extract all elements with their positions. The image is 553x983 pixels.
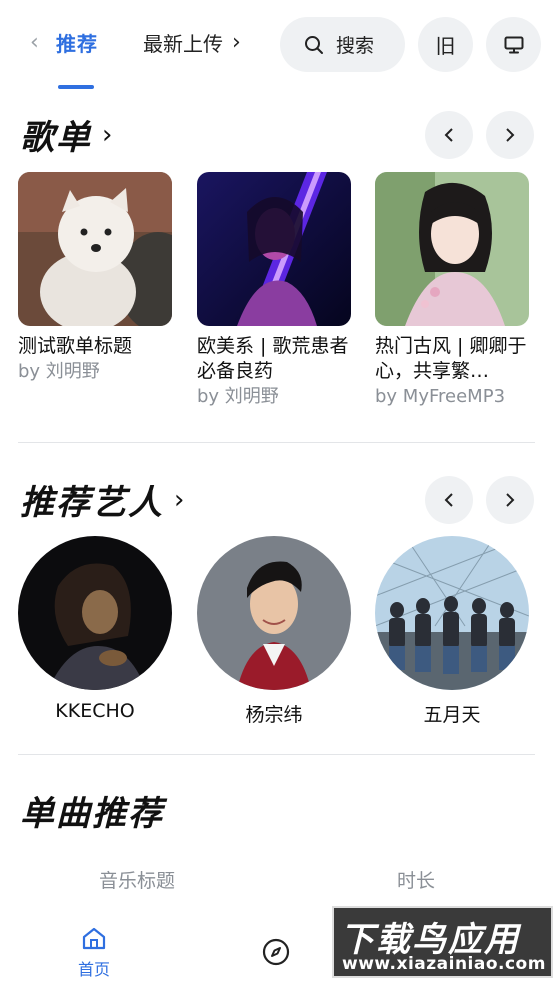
singles-section-title: 单曲推荐 xyxy=(20,786,164,835)
playlists-prev-button[interactable] xyxy=(425,111,473,159)
search-icon xyxy=(305,35,323,54)
column-header-title: 音乐标题 xyxy=(99,870,176,892)
monitor-icon xyxy=(504,36,523,53)
artist-name: 杨宗纬 xyxy=(245,704,303,726)
tab-latest-upload[interactable]: 最新上传 xyxy=(143,28,223,57)
section-divider xyxy=(18,754,535,755)
artist-card[interactable]: 杨宗纬 xyxy=(197,536,351,727)
chevron-right-icon: › xyxy=(174,484,187,515)
watermark-logo: 下载鸟应用 www.xiazainiao.com xyxy=(332,906,553,978)
playlist-cover-image xyxy=(197,172,351,326)
singles-title-text: 单曲推荐 xyxy=(20,794,164,834)
chevron-right-icon xyxy=(506,128,515,142)
home-icon xyxy=(82,927,106,950)
column-header-duration: 时长 xyxy=(397,870,436,892)
playlists-title-text: 歌单 xyxy=(20,118,92,158)
playlist-title: 测试歌单标题 xyxy=(18,335,133,357)
nav-explore[interactable] xyxy=(262,938,290,970)
watermark-url: www.xiazainiao.com xyxy=(342,954,546,974)
artists-title-text: 推荐艺人 xyxy=(20,483,164,523)
chevron-left-icon xyxy=(444,128,453,142)
tab-recommend[interactable]: 推荐 xyxy=(56,28,100,57)
chevron-right-icon xyxy=(506,493,515,507)
playlist-card[interactable]: 测试歌单标题 by 刘明野 xyxy=(18,172,172,384)
desktop-mode-button[interactable] xyxy=(486,17,541,72)
tabs-scroll-right-icon[interactable]: › xyxy=(232,30,241,56)
playlist-title: 欧美系 | 歌荒患者必备良药 xyxy=(197,335,349,382)
old-version-button[interactable]: 旧 xyxy=(418,17,473,72)
playlist-title: 热门古风 | 卿卿于心，共享繁… xyxy=(375,335,527,382)
artists-prev-button[interactable] xyxy=(425,476,473,524)
playlist-author: by MyFreeMP3 xyxy=(375,386,506,407)
artist-card[interactable]: 五月天 xyxy=(375,536,529,727)
search-label: 搜索 xyxy=(336,35,375,57)
playlist-card[interactable]: 欧美系 | 歌荒患者必备良药 by 刘明野 xyxy=(197,172,351,409)
compass-icon xyxy=(262,938,290,966)
artist-name: 五月天 xyxy=(423,704,481,726)
search-button[interactable]: 搜索 xyxy=(280,17,405,72)
chevron-left-icon xyxy=(444,493,453,507)
artist-avatar xyxy=(197,536,351,690)
playlist-author: by 刘明野 xyxy=(18,361,100,382)
artist-avatar xyxy=(375,536,529,690)
playlist-cover-image xyxy=(375,172,529,326)
nav-home[interactable]: 首页 xyxy=(72,926,116,980)
playlists-section-title[interactable]: 歌单 › xyxy=(20,110,114,159)
playlists-next-button[interactable] xyxy=(486,111,534,159)
tabs-scroll-left-icon[interactable]: ‹ xyxy=(30,30,50,56)
artists-next-button[interactable] xyxy=(486,476,534,524)
artist-name: KKECHO xyxy=(55,700,135,722)
playlist-author: by 刘明野 xyxy=(197,386,279,407)
artist-card[interactable]: KKECHO xyxy=(18,536,172,722)
section-divider xyxy=(18,442,535,443)
playlist-card[interactable]: 热门古风 | 卿卿于心，共享繁… by MyFreeMP3 xyxy=(375,172,529,409)
chevron-right-icon: › xyxy=(102,119,115,150)
playlist-cover-image xyxy=(18,172,172,326)
nav-home-label: 首页 xyxy=(77,960,110,979)
artist-avatar xyxy=(18,536,172,690)
artists-section-title[interactable]: 推荐艺人 › xyxy=(20,475,186,524)
active-tab-indicator xyxy=(58,85,94,89)
old-version-label: 旧 xyxy=(435,34,456,58)
top-bar: ‹ 推荐 最新上传 › 搜索 旧 xyxy=(0,0,553,96)
